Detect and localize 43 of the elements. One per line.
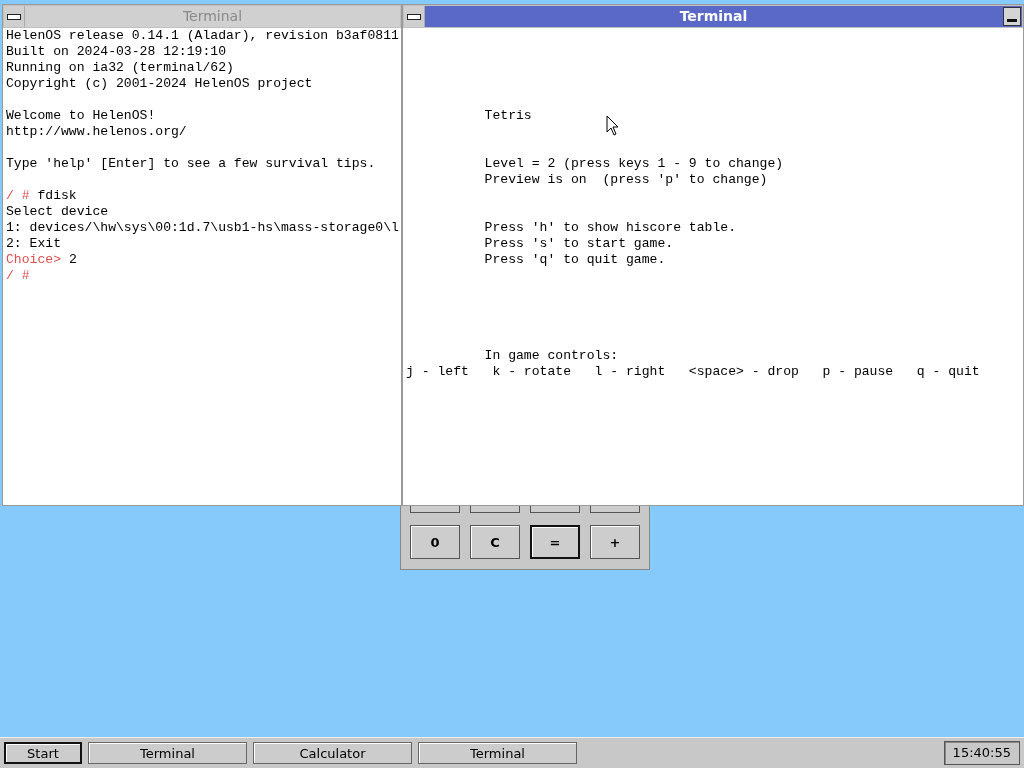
taskbar-button[interactable]: Terminal — [88, 742, 247, 764]
terminal-line: Welcome to HelenOS! — [6, 108, 157, 124]
calculator-key[interactable]: 0 — [410, 525, 460, 559]
terminal-line: Tetris — [483, 108, 533, 124]
terminal-line: j - left k - rotate l - right <space> - drop p - pause q - quit — [406, 364, 981, 380]
calculator-key[interactable]: = — [530, 525, 580, 559]
calculator-key[interactable] — [410, 506, 460, 513]
calculator-key[interactable]: + — [590, 525, 640, 559]
terminal-line: Select device — [6, 204, 110, 220]
mouse-pointer-icon — [606, 115, 620, 137]
taskbar-button[interactable]: Calculator — [253, 742, 412, 764]
window-title: Terminal — [181, 7, 244, 26]
window-title: Terminal — [678, 7, 749, 26]
terminal-line: Press 'q' to quit game. — [483, 252, 667, 268]
window-menu-button[interactable] — [404, 6, 425, 27]
terminal-line: Press 'h' to show hiscore table. — [483, 220, 738, 236]
terminal-line: Type 'help' [Enter] to see a few survival tips. — [6, 156, 377, 172]
calculator-key[interactable] — [470, 506, 520, 513]
calculator-key[interactable]: C — [470, 525, 520, 559]
calculator-key[interactable] — [590, 506, 640, 513]
terminal-line: Preview is on (press 'p' to change) — [483, 172, 769, 188]
terminal-line: 1: devices/\hw\sys\00:1d.7\usb1-hs\mass-storage0\l — [6, 220, 400, 236]
window-menu-button[interactable] — [4, 6, 25, 27]
terminal-line: Press 's' to start game. — [483, 236, 675, 252]
terminal-line: Choice> 2 — [6, 252, 78, 268]
terminal-line: Built on 2024-03-28 12:19:10 — [6, 44, 227, 60]
terminal-line: Level = 2 (press keys 1 - 9 to change) — [483, 156, 785, 172]
terminal-line: In game controls: — [483, 348, 620, 364]
terminal-line: HelenOS release 0.14.1 (Aladar), revision b3af0811 — [6, 28, 400, 44]
calculator-key[interactable] — [530, 506, 580, 513]
terminal-line: Running on ia32 (terminal/62) — [6, 60, 235, 76]
terminal-line: Copyright (c) 2001-2024 HelenOS project — [6, 76, 314, 92]
start-button[interactable]: Start — [4, 742, 82, 764]
menu-icon — [407, 13, 421, 20]
terminal-line: http://www.helenos.org/ — [6, 124, 188, 140]
minimize-icon — [1007, 19, 1017, 22]
terminal-line: 2: Exit — [6, 236, 62, 252]
menu-icon — [7, 13, 21, 20]
taskbar-button[interactable]: Terminal — [418, 742, 577, 764]
terminal-line: / # — [6, 268, 31, 284]
clock: 15:40:55 — [943, 741, 1020, 765]
terminal-line: / # fdisk — [6, 188, 78, 204]
minimize-button[interactable] — [1003, 7, 1021, 26]
